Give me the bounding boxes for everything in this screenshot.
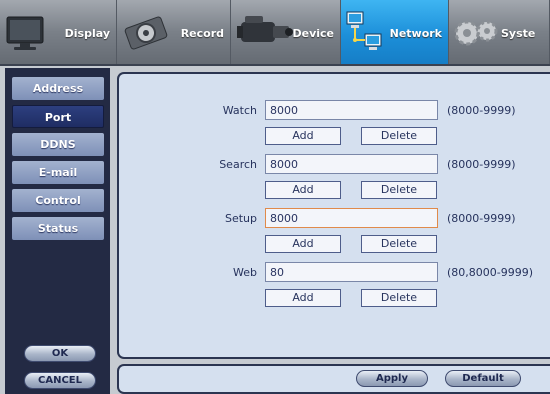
search-delete-button[interactable]: Delete [361,181,437,199]
web-port-input[interactable] [265,262,438,282]
search-add-button[interactable]: Add [265,181,341,199]
sidebar-item-port[interactable]: Port [12,105,104,128]
watch-port-range: (8000-9999) [447,104,516,117]
film-reel-icon [124,16,168,50]
gears-icon [454,20,498,46]
watch-add-button[interactable]: Add [265,127,341,145]
sidebar-item-ddns[interactable]: DDNS [12,133,104,156]
tab-device[interactable]: Device [231,0,341,64]
network-computers-icon [346,11,382,50]
watch-delete-button[interactable]: Delete [361,127,437,145]
ok-button[interactable]: OK [24,345,96,362]
camcorder-icon [237,16,293,42]
cancel-button[interactable]: CANCEL [24,372,96,389]
sidebar-item-status[interactable]: Status [12,217,104,240]
tab-system[interactable]: Syste [449,0,550,64]
search-port-input[interactable] [265,154,438,174]
watch-port-label: Watch [222,104,257,117]
search-port-label: Search [219,158,257,171]
web-port-range: (80,8000-9999) [447,266,534,279]
setup-add-button[interactable]: Add [265,235,341,253]
web-port-label: Web [233,266,257,279]
tab-device-label: Device [292,27,334,40]
web-add-button[interactable]: Add [265,289,341,307]
watch-port-input[interactable] [265,100,438,120]
tab-network[interactable]: Network [341,0,449,64]
sidebar-item-control[interactable]: Control [12,189,104,212]
setup-delete-button[interactable]: Delete [361,235,437,253]
default-button[interactable]: Default [445,370,521,387]
web-delete-button[interactable]: Delete [361,289,437,307]
tab-record[interactable]: Record [117,0,231,64]
sidebar-item-address[interactable]: Address [12,77,104,100]
sidebar-item-email[interactable]: E-mail [12,161,104,184]
top-tab-bar: Display Record Device Network Syste [0,0,550,66]
setup-port-input[interactable] [265,208,438,228]
setup-port-range: (8000-9999) [447,212,516,225]
tab-display-label: Display [64,27,110,40]
monitor-icon [6,16,44,50]
tab-system-label: Syste [501,27,536,40]
setup-port-label: Setup [224,212,257,225]
apply-button[interactable]: Apply [356,370,428,387]
tab-network-label: Network [389,27,442,40]
tab-record-label: Record [180,27,224,40]
search-port-range: (8000-9999) [447,158,516,171]
tab-display[interactable]: Display [0,0,117,64]
